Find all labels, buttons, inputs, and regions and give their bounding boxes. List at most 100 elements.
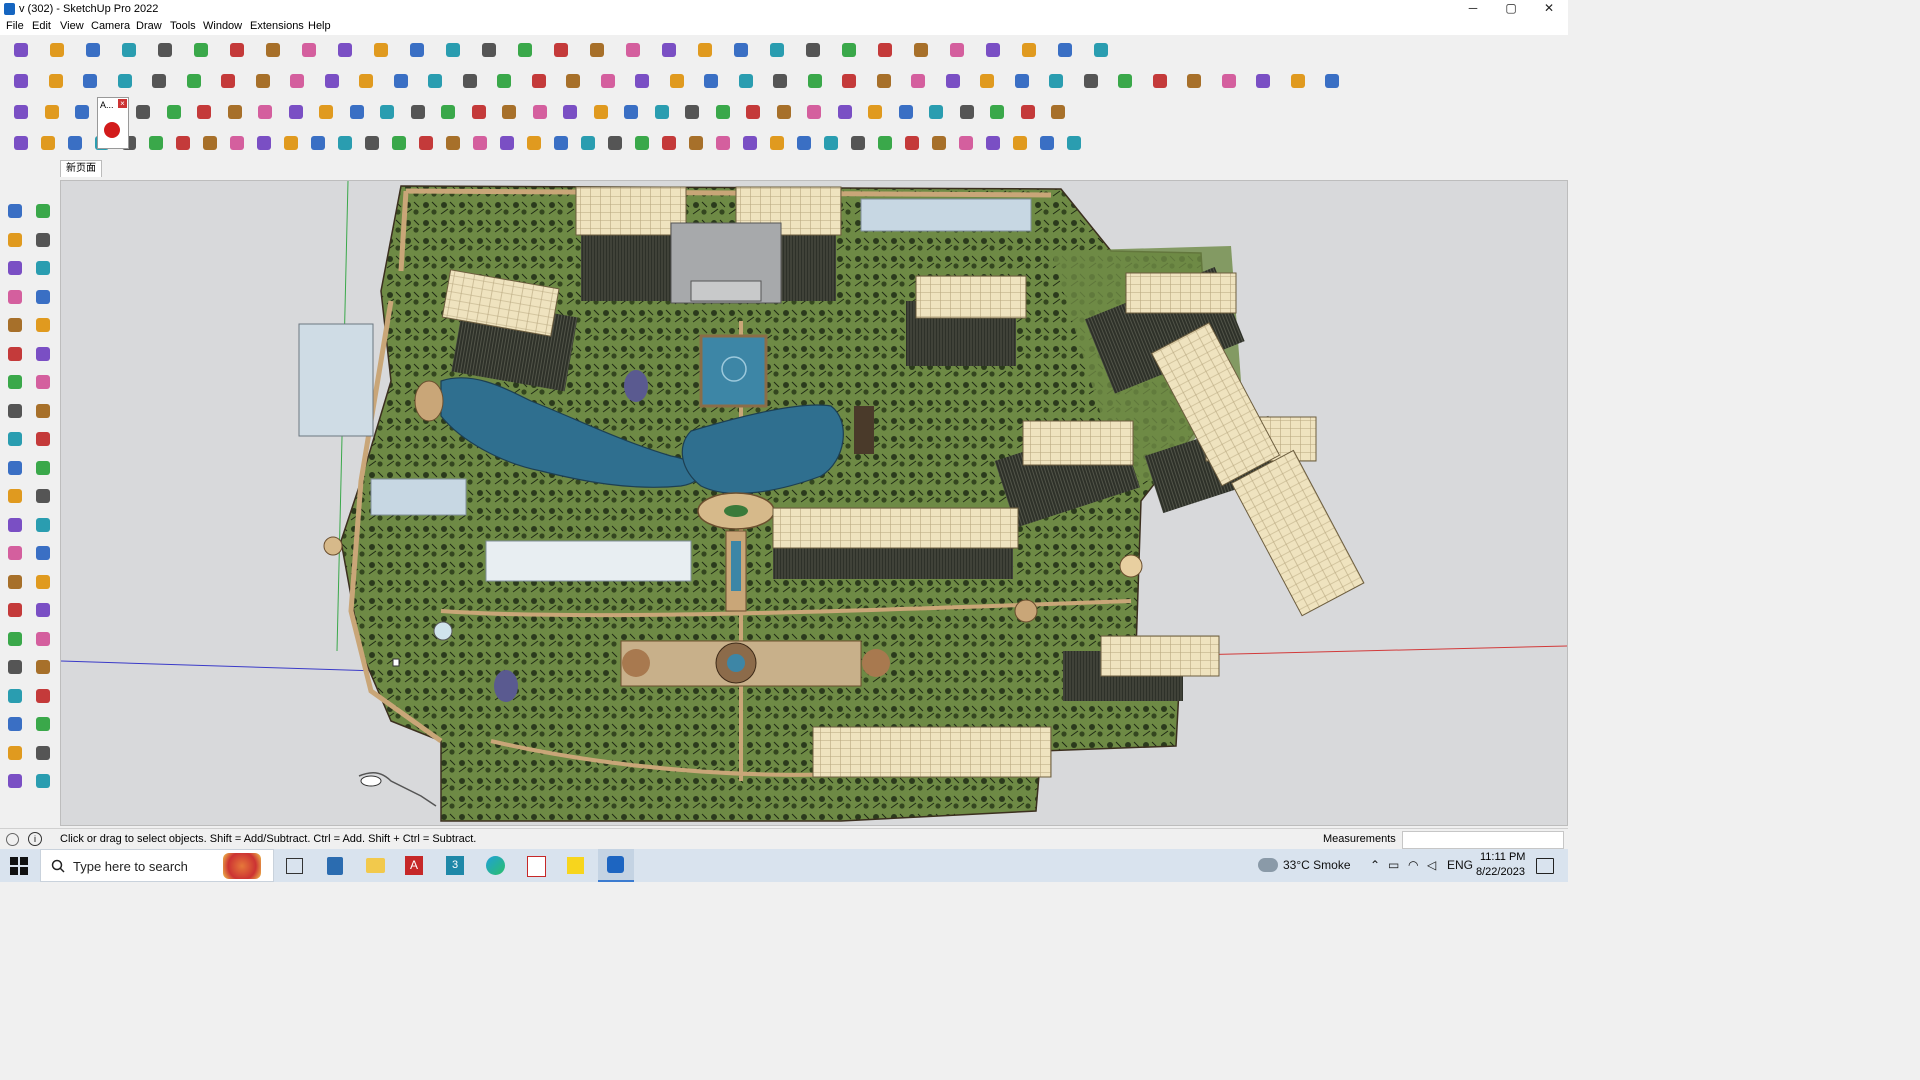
- toolbar-button[interactable]: [407, 101, 429, 123]
- toolbar-button[interactable]: [262, 39, 284, 61]
- left-tool-button[interactable]: [32, 571, 54, 593]
- toolbar-button[interactable]: [925, 101, 947, 123]
- toolbar-button[interactable]: [253, 132, 275, 154]
- toolbar-button[interactable]: [773, 101, 795, 123]
- toolbar-button[interactable]: [82, 39, 104, 61]
- menu-edit[interactable]: Edit: [32, 20, 51, 32]
- toolbar-button[interactable]: [766, 132, 788, 154]
- toolbar-button[interactable]: [226, 132, 248, 154]
- toolbar-button[interactable]: [651, 101, 673, 123]
- wifi-icon[interactable]: ◠: [1408, 858, 1418, 872]
- toolbar-button[interactable]: [1011, 70, 1033, 92]
- language-indicator[interactable]: ENG: [1447, 858, 1473, 872]
- left-tool-button[interactable]: [4, 286, 26, 308]
- toolbar-button[interactable]: [604, 132, 626, 154]
- toolbar-button[interactable]: [37, 132, 59, 154]
- toolbar-button[interactable]: [1287, 70, 1309, 92]
- toolbar-button[interactable]: [874, 39, 896, 61]
- toolbar-button[interactable]: [478, 39, 500, 61]
- toolbar-button[interactable]: [307, 132, 329, 154]
- sticky-notes-icon[interactable]: [567, 857, 584, 874]
- toolbar-button[interactable]: [712, 132, 734, 154]
- pdf-icon[interactable]: [527, 856, 546, 877]
- toolbar-button[interactable]: [10, 132, 32, 154]
- menu-window[interactable]: Window: [203, 20, 242, 32]
- edge-icon[interactable]: [486, 856, 505, 875]
- toolbar-button[interactable]: [224, 101, 246, 123]
- left-tool-button[interactable]: [32, 742, 54, 764]
- toolbar-button[interactable]: [529, 101, 551, 123]
- toolbar-button[interactable]: [838, 39, 860, 61]
- left-tool-button[interactable]: [4, 314, 26, 336]
- toolbar-button[interactable]: [1114, 70, 1136, 92]
- toolbar-button[interactable]: [874, 132, 896, 154]
- scene-tab[interactable]: 新页面: [60, 160, 102, 177]
- menu-draw[interactable]: Draw: [136, 20, 162, 32]
- toolbar-button[interactable]: [976, 70, 998, 92]
- toolbar-button[interactable]: [946, 39, 968, 61]
- toolbar-button[interactable]: [442, 39, 464, 61]
- calculator-icon[interactable]: [327, 857, 343, 875]
- toolbar-button[interactable]: [700, 70, 722, 92]
- toolbar-button[interactable]: [1183, 70, 1205, 92]
- toolbar-button[interactable]: [982, 39, 1004, 61]
- left-tool-button[interactable]: [32, 457, 54, 479]
- toolbar-button[interactable]: [928, 132, 950, 154]
- toolbar-button[interactable]: [528, 70, 550, 92]
- menu-help[interactable]: Help: [308, 20, 331, 32]
- toolbar-button[interactable]: [183, 70, 205, 92]
- toolbar-button[interactable]: [681, 101, 703, 123]
- left-tool-button[interactable]: [32, 542, 54, 564]
- component-popup[interactable]: A... ×: [97, 97, 129, 149]
- toolbar-button[interactable]: [1045, 70, 1067, 92]
- app-3-icon[interactable]: 3: [446, 856, 464, 875]
- toolbar-button[interactable]: [217, 70, 239, 92]
- toolbar-button[interactable]: [415, 132, 437, 154]
- toolbar-button[interactable]: [514, 39, 536, 61]
- left-tool-button[interactable]: [4, 656, 26, 678]
- close-button[interactable]: ✕: [1530, 0, 1568, 19]
- toolbar-button[interactable]: [838, 70, 860, 92]
- toolbar-button[interactable]: [955, 132, 977, 154]
- taskbar-search[interactable]: Type here to search: [40, 849, 274, 882]
- left-tool-button[interactable]: [4, 428, 26, 450]
- left-tool-button[interactable]: [32, 628, 54, 650]
- toolbar-button[interactable]: [118, 39, 140, 61]
- toolbar-button[interactable]: [901, 132, 923, 154]
- left-tool-button[interactable]: [32, 400, 54, 422]
- toolbar-button[interactable]: [346, 101, 368, 123]
- weather-text[interactable]: 33°C Smoke: [1283, 858, 1351, 872]
- toolbar-button[interactable]: [390, 70, 412, 92]
- left-tool-button[interactable]: [32, 371, 54, 393]
- left-tool-button[interactable]: [4, 770, 26, 792]
- left-tool-button[interactable]: [4, 371, 26, 393]
- toolbar-button[interactable]: [586, 39, 608, 61]
- toolbar-button[interactable]: [1252, 70, 1274, 92]
- toolbar-button[interactable]: [442, 132, 464, 154]
- left-tool-button[interactable]: [4, 685, 26, 707]
- toolbar-button[interactable]: [622, 39, 644, 61]
- toolbar-button[interactable]: [1149, 70, 1171, 92]
- toolbar-button[interactable]: [496, 132, 518, 154]
- toolbar-button[interactable]: [163, 101, 185, 123]
- toolbar-button[interactable]: [376, 101, 398, 123]
- toolbar-button[interactable]: [562, 70, 584, 92]
- toolbar-button[interactable]: [864, 101, 886, 123]
- toolbar-button[interactable]: [280, 132, 302, 154]
- toolbar-button[interactable]: [437, 101, 459, 123]
- clock-date[interactable]: 8/22/2023: [1476, 866, 1525, 878]
- clock-time[interactable]: 11:11 PM: [1480, 851, 1525, 863]
- toolbar-button[interactable]: [321, 70, 343, 92]
- menu-tools[interactable]: Tools: [170, 20, 196, 32]
- toolbar-button[interactable]: [802, 39, 824, 61]
- menu-camera[interactable]: Camera: [91, 20, 130, 32]
- toolbar-button[interactable]: [942, 70, 964, 92]
- left-tool-button[interactable]: [4, 514, 26, 536]
- toolbar-button[interactable]: [523, 132, 545, 154]
- toolbar-button[interactable]: [132, 101, 154, 123]
- file-explorer-icon[interactable]: [366, 858, 385, 873]
- toolbar-button[interactable]: [873, 70, 895, 92]
- toolbar-button[interactable]: [559, 101, 581, 123]
- toolbar-button[interactable]: [803, 101, 825, 123]
- toolbar-button[interactable]: [315, 101, 337, 123]
